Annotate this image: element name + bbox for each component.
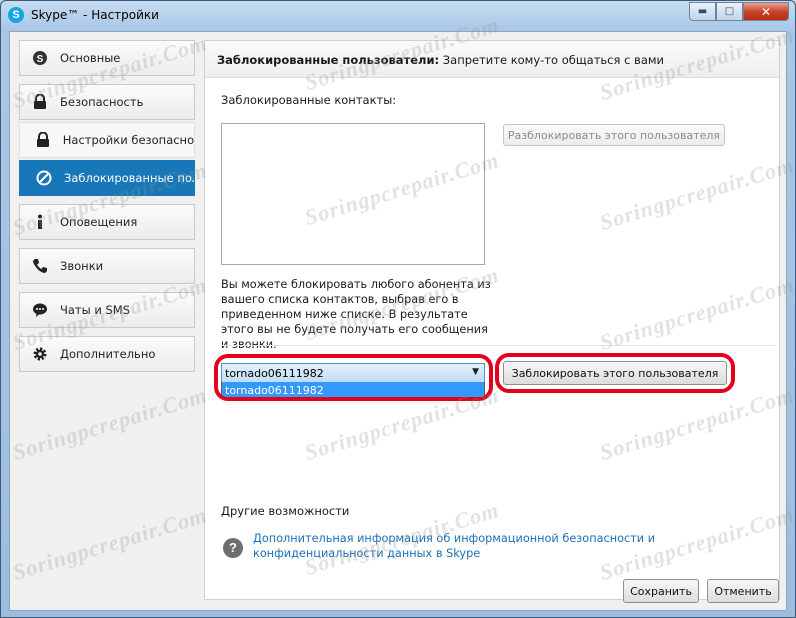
maximize-button[interactable]: □ (716, 2, 743, 21)
minimize-button[interactable]: ▬ (689, 2, 716, 21)
sidebar-item-security-settings[interactable]: Настройки безопасно... (19, 122, 195, 158)
sidebar-item-general[interactable]: S Основные (19, 40, 195, 76)
block-description: Вы можете блокировать любого абонента из… (221, 278, 491, 351)
phone-icon (32, 258, 48, 274)
divider (221, 345, 775, 346)
blocked-contacts-label: Заблокированные контакты: (221, 93, 397, 107)
sidebar-item-advanced[interactable]: Дополнительно (19, 336, 195, 372)
blocked-icon (36, 170, 52, 186)
title-bar[interactable]: S Skype™ - Настройки ▬ □ ✕ (1, 1, 795, 31)
sidebar-item-label: Чаты и SMS (60, 303, 131, 317)
other-options-label: Другие возможности (221, 504, 350, 518)
privacy-info-link[interactable]: Дополнительная информация об информацион… (253, 531, 763, 561)
svg-text:S: S (37, 54, 44, 65)
panel-title-bold: Заблокированные пользователи: (217, 53, 440, 67)
sidebar-item-label: Настройки безопасно... (62, 133, 194, 147)
skype-icon: S (8, 7, 24, 23)
save-button[interactable]: Сохранить (623, 579, 699, 603)
sidebar-item-label: Дополнительно (60, 347, 156, 361)
settings-window: S Skype™ - Настройки ▬ □ ✕ S Основные Бе… (0, 0, 796, 618)
unblock-user-button[interactable]: Разблокировать этого пользователя (503, 124, 725, 146)
highlight-oval-button (495, 353, 735, 393)
blocked-contacts-list[interactable] (221, 123, 485, 265)
help-icon: ? (223, 538, 243, 558)
gear-icon (32, 346, 48, 362)
panel-title-subtitle: Запретите кому-то общаться с вами (439, 53, 665, 67)
blocked-users-panel: Заблокированные пользователи: Запретите … (204, 40, 780, 600)
sidebar-item-calls[interactable]: Звонки (19, 248, 195, 284)
sidebar-item-label: Оповещения (60, 215, 138, 229)
skype-icon: S (32, 50, 48, 66)
sidebar-item-security[interactable]: Безопасность (19, 84, 195, 120)
sidebar-item-label: Безопасность (60, 95, 144, 109)
panel-header: Заблокированные пользователи: Запретите … (205, 41, 779, 78)
window-title: Skype™ - Настройки (31, 8, 159, 22)
sidebar-item-label: Звонки (60, 259, 104, 273)
lock-icon (32, 94, 48, 110)
close-button[interactable]: ✕ (743, 2, 789, 21)
lock-icon (36, 132, 51, 148)
highlight-oval-select (214, 354, 493, 401)
sidebar-item-blocked-users[interactable]: Заблокированные пол... (19, 160, 195, 196)
window-controls: ▬ □ ✕ (689, 2, 789, 22)
dialog-client-area: S Основные Безопасность Настройки безопа… (9, 31, 787, 611)
sidebar-item-label: Заблокированные пол... (64, 171, 194, 185)
sidebar-item-notifications[interactable]: Оповещения (19, 204, 195, 240)
panel-title: Заблокированные пользователи: Запретите … (217, 53, 664, 67)
chat-icon (32, 302, 48, 318)
sidebar-item-chats-sms[interactable]: Чаты и SMS (19, 292, 195, 328)
cancel-button[interactable]: Отменить (707, 579, 779, 603)
sidebar-item-label: Основные (60, 51, 121, 65)
info-icon (32, 214, 48, 230)
